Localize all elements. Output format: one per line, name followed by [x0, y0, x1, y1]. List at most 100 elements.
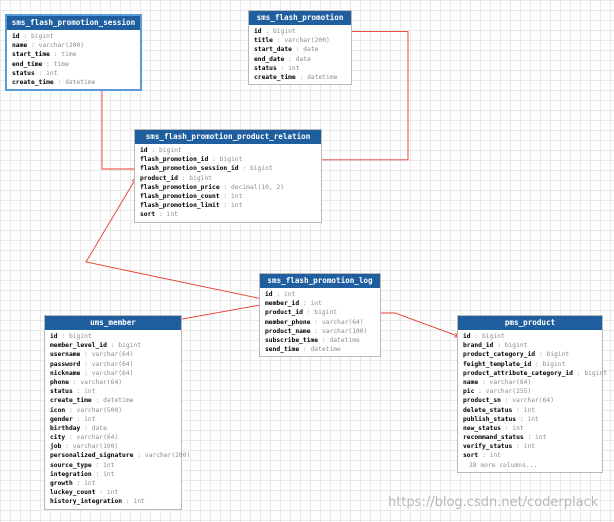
column-row[interactable]: subscribe_time : datetime	[265, 336, 375, 345]
table-sms-flash-promotion-product-relation[interactable]: sms_flash_promotion_product_relationid :…	[134, 129, 322, 223]
column-row[interactable]: new_status : int	[463, 424, 597, 433]
column-row[interactable]: integration : int	[50, 470, 176, 479]
column-row[interactable]: growth : int	[50, 479, 176, 488]
column-type: int	[106, 489, 119, 497]
column-name: delete_status	[463, 406, 513, 414]
column-row[interactable]: create_time : datetime	[12, 78, 135, 87]
column-row[interactable]: member_level_id : bigint	[50, 341, 176, 350]
column-row[interactable]: product_attribute_category_id : bigint	[463, 369, 607, 378]
column-name: id	[50, 333, 58, 340]
column-type: varchar(64)	[489, 378, 532, 386]
column-row[interactable]: name : varchar(64)	[463, 378, 597, 387]
column-row[interactable]: flash_promotion_session_id : bigint	[140, 164, 316, 173]
column-type: varchar(64)	[512, 397, 554, 405]
column-type: varchar(200)	[284, 37, 330, 45]
table-header[interactable]: pms_product	[458, 316, 602, 330]
column-row[interactable]: delete_status : int	[463, 406, 597, 415]
column-row[interactable]: job : varchar(100)	[50, 442, 176, 451]
column-row[interactable]: brand_id : bigint	[463, 341, 597, 350]
table-header[interactable]: sms_flash_promotion_log	[260, 274, 380, 288]
column-row[interactable]: start_date : date	[254, 45, 346, 54]
column-row[interactable]: send_time : datetime	[265, 345, 375, 354]
column-row[interactable]: feight_template_id : bigint	[463, 360, 597, 369]
table-header[interactable]: sms_flash_promotion	[249, 11, 351, 25]
column-separator: :	[53, 78, 66, 86]
column-name: source_type	[50, 461, 92, 469]
column-row[interactable]: flash_promotion_limit : int	[140, 201, 316, 210]
column-name: product_sn	[463, 397, 501, 405]
column-row[interactable]: recommand_status : int	[463, 433, 597, 442]
column-row[interactable]: sort : int	[140, 210, 316, 219]
column-name: member_id	[265, 300, 300, 308]
table-pms-product[interactable]: pms_product id : bigint brand_id : bigint p…	[457, 315, 607, 473]
column-row[interactable]: title : varchar(200)	[254, 36, 346, 45]
column-row[interactable]: username : varchar(64)	[50, 350, 176, 359]
table-sms-flash-promotion-session[interactable]: sms_flash_promotion_sessionid : bigint na…	[5, 14, 142, 92]
column-type: varchar(64)	[91, 351, 134, 359]
column-row[interactable]: start_time : time	[12, 50, 135, 59]
table-header[interactable]: ums_member	[45, 316, 181, 330]
column-row[interactable]: id : bigint	[140, 146, 316, 155]
table-header[interactable]: sms_flash_promotion_product_relation	[135, 130, 321, 144]
more-columns-label[interactable]: 28 more columns...	[463, 461, 597, 470]
column-separator: :	[478, 452, 490, 460]
column-name: product_category_id	[463, 351, 536, 359]
column-row[interactable]: product_id : bigint	[265, 308, 375, 317]
column-row[interactable]: flash_promotion_price : decimal(10, 2)	[140, 183, 316, 192]
column-row[interactable]: history_integration : int	[50, 497, 176, 506]
column-row[interactable]: gender : int	[50, 415, 176, 424]
column-row[interactable]: luckey_count : int	[50, 488, 176, 497]
column-row[interactable]: member_phone : varchar(64)	[265, 318, 375, 327]
column-row[interactable]: pic : varchar(255)	[463, 387, 597, 396]
column-row[interactable]: product_sn : varchar(64)	[463, 396, 597, 405]
column-row[interactable]: city : varchar(64)	[50, 433, 176, 442]
column-type: int	[84, 388, 96, 396]
column-type: bigint	[158, 147, 182, 154]
column-separator: :	[80, 360, 92, 368]
table-sms-flash-promotion[interactable]: sms_flash_promotionid : bigint title : va…	[248, 10, 352, 86]
column-row[interactable]: password : varchar(64)	[50, 360, 176, 369]
column-separator: :	[91, 397, 104, 405]
column-name: id	[140, 147, 148, 154]
column-row[interactable]: status : int	[254, 64, 346, 73]
column-type: int	[283, 291, 296, 298]
column-row[interactable]: status : int	[12, 69, 135, 78]
table-ums-member[interactable]: ums_memberid : bigint member_level_id : b…	[44, 315, 190, 510]
column-name: status	[254, 64, 277, 72]
column-row[interactable]: product_category_id : bigint	[463, 350, 597, 359]
column-row[interactable]: product_id : bigint	[140, 174, 316, 183]
column-type: datetime	[329, 336, 360, 344]
column-row[interactable]: source_type : int	[50, 461, 176, 470]
column-row[interactable]: personalized_signature : varchar(200)	[50, 451, 190, 460]
column-type: bigint	[542, 360, 566, 368]
column-row[interactable]: status : int	[50, 387, 176, 396]
column-row[interactable]: member_id : int	[265, 299, 375, 308]
column-row[interactable]: create_time : datetime	[50, 396, 176, 405]
column-name: publish_status	[463, 415, 517, 423]
column-row[interactable]: product_name : varchar(100)	[265, 327, 375, 336]
column-row[interactable]: id : bigint	[463, 332, 597, 341]
column-row[interactable]: flash_promotion_count : int	[140, 192, 316, 201]
column-row[interactable]: id : bigint	[12, 32, 135, 41]
table-header[interactable]: sms_flash_promotion_session	[7, 16, 140, 30]
column-row[interactable]: sort : int	[463, 451, 597, 460]
column-row[interactable]: end_date : date	[254, 55, 346, 64]
column-row[interactable]: phone : varchar(64)	[50, 378, 176, 387]
column-row[interactable]: nickname : varchar(64)	[50, 369, 176, 378]
table-sms-flash-promotion-log[interactable]: sms_flash_promotion_logid : int member_id…	[259, 273, 381, 358]
column-separator: :	[34, 69, 47, 77]
column-row[interactable]: id : int	[265, 290, 375, 299]
column-row[interactable]: end_time : time	[12, 60, 135, 69]
column-row[interactable]: flash_promotion_id : bigint	[140, 155, 316, 164]
column-row[interactable]: icon : varchar(500)	[50, 406, 176, 415]
column-separator: :	[80, 351, 92, 359]
column-name: icon	[50, 406, 66, 414]
column-name: create_time	[254, 73, 296, 81]
column-row[interactable]: publish_status : int	[463, 415, 597, 424]
column-row[interactable]: name : varchar(200)	[12, 41, 135, 50]
column-row[interactable]: id : bigint	[50, 332, 176, 341]
column-row[interactable]: create_time : datetime	[254, 73, 346, 82]
column-row[interactable]: verify_status : int	[463, 442, 597, 451]
column-row[interactable]: id : bigint	[254, 27, 346, 36]
column-row[interactable]: birthday : date	[50, 424, 176, 433]
